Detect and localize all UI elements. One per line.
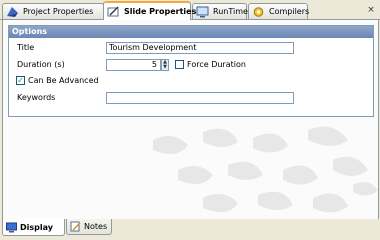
options-header: Options (9, 26, 373, 38)
title-label: Title (17, 43, 35, 52)
tab-label: Display (20, 222, 53, 232)
compilers-icon (253, 6, 264, 17)
can-be-advanced-checkbox[interactable]: ✓ (16, 76, 25, 85)
slide-properties-icon (107, 6, 119, 16)
can-be-advanced-label: Can Be Advanced (28, 76, 99, 85)
duration-label: Duration (s) (17, 60, 65, 69)
display-icon (6, 222, 17, 232)
notes-icon (70, 221, 81, 232)
duration-field[interactable]: 5 (106, 59, 161, 71)
slide-properties-panel: Options Title Tourism Development Durati… (2, 20, 379, 220)
keywords-field[interactable] (106, 92, 294, 104)
tab-runtime[interactable]: RunTime (192, 3, 248, 19)
tab-label: Slide Properties (124, 7, 197, 16)
title-field[interactable]: Tourism Development (106, 42, 294, 54)
tab-label: Notes (84, 222, 108, 231)
tab-display[interactable]: Display (2, 219, 65, 236)
tab-project-properties[interactable]: Project Properties (2, 3, 104, 19)
duration-spinner[interactable]: ▲ ▼ (161, 59, 169, 71)
tab-label: Compilers (269, 7, 310, 16)
runtime-icon (196, 6, 209, 17)
tab-compilers[interactable]: Compilers (248, 3, 310, 19)
keywords-label: Keywords (17, 93, 56, 102)
tab-notes[interactable]: Notes (66, 219, 112, 235)
tab-slide-properties[interactable]: Slide Properties (103, 1, 196, 20)
force-duration-checkbox[interactable] (175, 60, 184, 69)
close-icon[interactable]: × (366, 5, 376, 15)
options-group: Options Title Tourism Development Durati… (8, 25, 374, 117)
tab-label: Project Properties (23, 7, 94, 16)
spin-down-icon[interactable]: ▼ (162, 65, 168, 70)
force-duration-label: Force Duration (187, 60, 246, 69)
top-tab-bar: Project Properties Slide Properties RunT… (0, 0, 380, 20)
tab-label: RunTime (213, 7, 248, 16)
project-properties-icon (7, 6, 18, 17)
bottom-tab-bar: Display Notes (0, 219, 380, 238)
